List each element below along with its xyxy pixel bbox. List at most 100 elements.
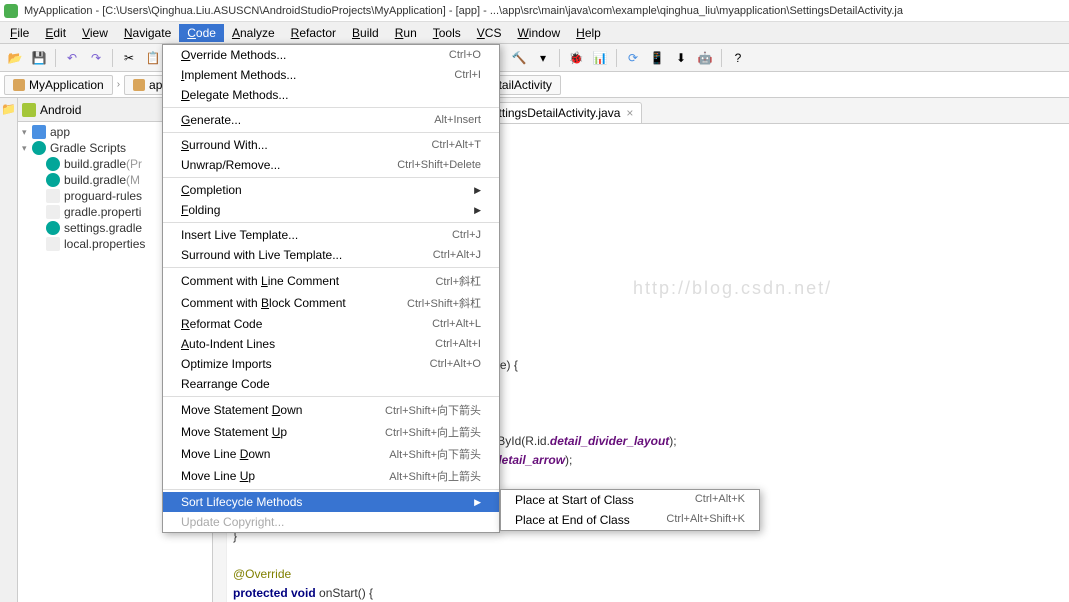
menu-item-insert-live-template[interactable]: Insert Live Template...Ctrl+J bbox=[163, 225, 499, 245]
menu-navigate[interactable]: Navigate bbox=[116, 24, 179, 42]
menu-item-unwrap-remove[interactable]: Unwrap/Remove...Ctrl+Shift+Delete bbox=[163, 155, 499, 175]
debug-icon[interactable]: 🐞 bbox=[567, 49, 585, 67]
menu-item-folding[interactable]: Folding▶ bbox=[163, 200, 499, 220]
menu-item-reformat-code[interactable]: Reformat CodeCtrl+Alt+L bbox=[163, 314, 499, 334]
menu-item-rearrange-code[interactable]: Rearrange Code bbox=[163, 374, 499, 394]
menu-item-delegate-methods[interactable]: Delegate Methods... bbox=[163, 85, 499, 105]
menu-item-optimize-imports[interactable]: Optimize Imports Ctrl+Alt+O bbox=[163, 354, 499, 374]
menu-item-label: Move Statement Up bbox=[181, 425, 287, 439]
submenu-item[interactable]: Place at End of ClassCtrl+Alt+Shift+K bbox=[501, 510, 759, 530]
shortcut-label: Ctrl+Alt+J bbox=[433, 249, 481, 261]
menu-refactor[interactable]: Refactor bbox=[283, 24, 344, 42]
menu-item-surround-with[interactable]: Surround With...Ctrl+Alt+T bbox=[163, 135, 499, 155]
file-icon bbox=[46, 237, 60, 251]
menu-item-move-line-down[interactable]: Move Line DownAlt+Shift+向下箭头 bbox=[163, 443, 499, 465]
android-icon[interactable]: 🤖 bbox=[696, 49, 714, 67]
menu-view[interactable]: View bbox=[74, 24, 116, 42]
menu-item-label: Comment with Block Comment bbox=[181, 296, 346, 310]
folder-icon bbox=[133, 79, 145, 91]
close-icon[interactable]: × bbox=[626, 106, 633, 120]
menu-item-label: Rearrange Code bbox=[181, 377, 270, 391]
shortcut-label: Ctrl+Shift+向上箭头 bbox=[385, 424, 481, 440]
app-icon bbox=[4, 4, 18, 18]
menu-item-update-copyright: Update Copyright... bbox=[163, 512, 499, 532]
code-menu-dropdown: Override Methods... Ctrl+O Implement Metho… bbox=[162, 44, 500, 533]
gradle-icon bbox=[46, 173, 60, 187]
menu-item-label: Unwrap/Remove... bbox=[181, 158, 280, 172]
undo-icon[interactable]: ↶ bbox=[63, 49, 81, 67]
submenu-arrow-icon: ▶ bbox=[474, 185, 481, 196]
menu-item-comment-with-line-comment[interactable]: Comment with Line CommentCtrl+斜杠 bbox=[163, 270, 499, 292]
menu-item-label: Move Line Up bbox=[181, 469, 255, 483]
tree-label: gradle.properti bbox=[64, 205, 141, 219]
submenu-label: Place at Start of Class bbox=[515, 493, 634, 507]
sort-lifecycle-submenu: Place at Start of ClassCtrl+Alt+KPlace a… bbox=[500, 489, 760, 531]
menu-item-label: Move Line Down bbox=[181, 447, 270, 461]
gradle-icon bbox=[46, 221, 60, 235]
menu-code[interactable]: Code bbox=[179, 24, 224, 42]
menu-item-override-methods[interactable]: Override Methods... Ctrl+O bbox=[163, 45, 499, 65]
shortcut-label: Ctrl+I bbox=[454, 69, 481, 81]
cut-icon[interactable]: ✂ bbox=[120, 49, 138, 67]
menu-item-implement-methods[interactable]: Implement Methods...Ctrl+I bbox=[163, 65, 499, 85]
tree-label: settings.gradle bbox=[64, 221, 142, 235]
menu-item-sort-lifecycle-methods[interactable]: Sort Lifecycle Methods▶ bbox=[163, 492, 499, 512]
file-icon bbox=[46, 189, 60, 203]
menu-item-label: Insert Live Template... bbox=[181, 228, 298, 242]
menu-divider bbox=[163, 107, 499, 108]
menu-item-surround-with-live-template[interactable]: Surround with Live Template...Ctrl+Alt+J bbox=[163, 245, 499, 265]
run-dropdown-icon[interactable]: ▾ bbox=[534, 49, 552, 67]
profile-icon[interactable]: 📊 bbox=[591, 49, 609, 67]
tree-label: Gradle Scripts bbox=[50, 141, 126, 155]
breadcrumb-item[interactable]: MyApplication bbox=[4, 75, 113, 95]
tree-arrow-icon: ▾ bbox=[22, 143, 32, 154]
menu-run[interactable]: Run bbox=[387, 24, 425, 42]
submenu-label: Place at End of Class bbox=[515, 513, 630, 527]
menu-vcs[interactable]: VCS bbox=[469, 24, 510, 42]
breadcrumb-separator: › bbox=[113, 79, 124, 90]
menu-item-label: Sort Lifecycle Methods bbox=[181, 495, 302, 509]
help-icon[interactable]: ? bbox=[729, 49, 747, 67]
menu-window[interactable]: Window bbox=[509, 24, 568, 42]
menu-item-label: Override Methods... bbox=[181, 48, 286, 62]
menu-item-comment-with-block-comment[interactable]: Comment with Block CommentCtrl+Shift+斜杠 bbox=[163, 292, 499, 314]
menu-analyze[interactable]: Analyze bbox=[224, 24, 283, 42]
project-view-label: Android bbox=[40, 103, 81, 117]
menu-build[interactable]: Build bbox=[344, 24, 387, 42]
shortcut-label: Alt+Shift+向上箭头 bbox=[389, 468, 481, 484]
sync-icon[interactable]: ⟳ bbox=[624, 49, 642, 67]
menu-item-completion[interactable]: Completion▶ bbox=[163, 180, 499, 200]
menu-item-label: Optimize Imports bbox=[181, 357, 272, 371]
menu-item-move-statement-up[interactable]: Move Statement Up Ctrl+Shift+向上箭头 bbox=[163, 421, 499, 443]
copy-icon[interactable]: 📋 bbox=[144, 49, 162, 67]
main-toolbar: 📂 💾 ↶ ↷ ✂ 📋 🔨 ▾ 🐞 📊 ⟳ 📱 ⬇ 🤖 ? bbox=[0, 44, 1069, 72]
menu-item-move-statement-down[interactable]: Move Statement DownCtrl+Shift+向下箭头 bbox=[163, 399, 499, 421]
sdk-icon[interactable]: ⬇ bbox=[672, 49, 690, 67]
redo-icon[interactable]: ↷ bbox=[87, 49, 105, 67]
menu-bar: FileEditViewNavigateCodeAnalyzeRefactorB… bbox=[0, 22, 1069, 44]
shortcut-label: Ctrl+O bbox=[449, 49, 481, 61]
menu-file[interactable]: File bbox=[2, 24, 37, 42]
menu-item-move-line-up[interactable]: Move Line Up Alt+Shift+向上箭头 bbox=[163, 465, 499, 487]
project-tool-icon[interactable]: 📁 bbox=[1, 102, 16, 116]
menu-item-auto-indent-lines[interactable]: Auto-Indent LinesCtrl+Alt+I bbox=[163, 334, 499, 354]
tree-label: build.gradle bbox=[64, 173, 126, 187]
avd-icon[interactable]: 📱 bbox=[648, 49, 666, 67]
window-title: MyApplication - [C:\Users\Qinghua.Liu.AS… bbox=[24, 5, 903, 17]
menu-tools[interactable]: Tools bbox=[425, 24, 469, 42]
submenu-item[interactable]: Place at Start of ClassCtrl+Alt+K bbox=[501, 490, 759, 510]
menu-item-generate[interactable]: Generate...Alt+Insert bbox=[163, 110, 499, 130]
module-icon bbox=[32, 125, 46, 139]
menu-item-label: Auto-Indent Lines bbox=[181, 337, 275, 351]
separator bbox=[616, 49, 617, 67]
menu-edit[interactable]: Edit bbox=[37, 24, 74, 42]
separator bbox=[55, 49, 56, 67]
hammer-icon[interactable]: 🔨 bbox=[510, 49, 528, 67]
shortcut-label: Ctrl+Shift+向下箭头 bbox=[385, 402, 481, 418]
save-icon[interactable]: 💾 bbox=[30, 49, 48, 67]
open-icon[interactable]: 📂 bbox=[6, 49, 24, 67]
tree-arrow-icon: ▾ bbox=[22, 127, 32, 138]
shortcut-label: Ctrl+Alt+O bbox=[430, 358, 481, 370]
menu-item-label: Folding bbox=[181, 203, 220, 217]
menu-help[interactable]: Help bbox=[568, 24, 609, 42]
